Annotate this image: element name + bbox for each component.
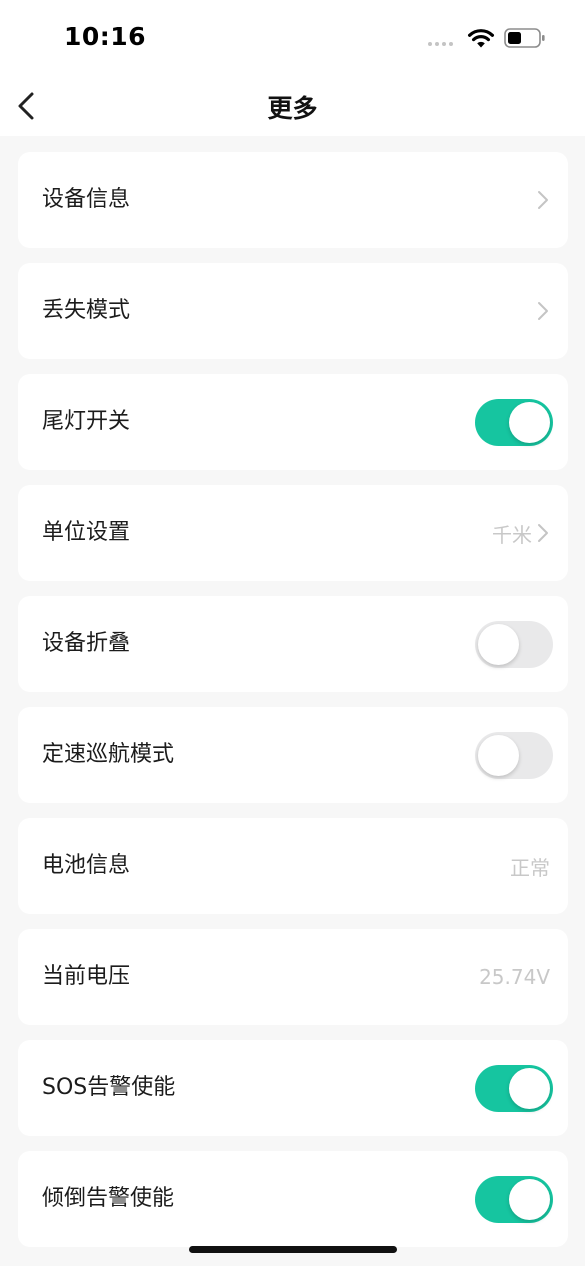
toggle-knob bbox=[478, 734, 519, 776]
wifi-icon bbox=[468, 29, 494, 48]
row-label: 当前电压 bbox=[42, 964, 131, 989]
battery-icon bbox=[504, 28, 545, 48]
device-fold-toggle[interactable] bbox=[475, 620, 553, 668]
voltage-value: 25.74V bbox=[479, 965, 550, 989]
cruise-mode-toggle[interactable] bbox=[475, 731, 553, 779]
row-label: 电池信息 bbox=[42, 853, 131, 878]
row-label: 定速巡航模式 bbox=[42, 742, 175, 767]
tail-light-toggle[interactable] bbox=[475, 398, 553, 446]
settings-list: 设备信息 丢失模式 尾灯开关 单位设置 千米 设备折叠 定速巡航模式 电池信息 … bbox=[18, 152, 568, 1262]
row-label: SOS告警使能 bbox=[42, 1075, 176, 1100]
battery-status-value: 正常 bbox=[510, 855, 550, 880]
row-label: 设备信息 bbox=[42, 187, 131, 212]
settings-row-voltage: 当前电压 25.74V bbox=[18, 929, 568, 1025]
sos-alarm-toggle[interactable] bbox=[475, 1064, 553, 1112]
chevron-right-icon bbox=[538, 191, 548, 209]
settings-row-unit[interactable]: 单位设置 千米 bbox=[18, 485, 568, 581]
chevron-right-icon bbox=[538, 302, 548, 320]
settings-row-battery-info: 电池信息 正常 bbox=[18, 818, 568, 914]
settings-row-device-info[interactable]: 设备信息 bbox=[18, 152, 568, 248]
unit-value: 千米 bbox=[492, 522, 532, 547]
navigation-bar: 更多 bbox=[0, 78, 585, 136]
settings-row-sos-alarm: SOS告警使能 bbox=[18, 1040, 568, 1136]
settings-row-cruise-mode: 定速巡航模式 bbox=[18, 707, 568, 803]
settings-row-tilt-alarm: 倾倒告警使能 bbox=[18, 1151, 568, 1247]
toggle-knob bbox=[509, 1178, 550, 1220]
toggle-knob bbox=[509, 1067, 550, 1109]
tilt-alarm-toggle[interactable] bbox=[475, 1175, 553, 1223]
settings-row-lost-mode[interactable]: 丢失模式 bbox=[18, 263, 568, 359]
settings-row-tail-light: 尾灯开关 bbox=[18, 374, 568, 470]
row-label: 倾倒告警使能 bbox=[42, 1186, 175, 1211]
status-bar: 10:16 bbox=[0, 0, 585, 78]
row-label: 设备折叠 bbox=[42, 631, 131, 656]
toggle-knob bbox=[478, 623, 519, 665]
chevron-right-icon bbox=[538, 524, 548, 542]
toggle-knob bbox=[509, 401, 550, 443]
home-indicator[interactable] bbox=[189, 1246, 397, 1253]
cellular-signal-icon bbox=[428, 42, 453, 46]
status-time: 10:16 bbox=[64, 22, 147, 51]
page-title: 更多 bbox=[267, 94, 318, 123]
row-label: 丢失模式 bbox=[42, 298, 131, 323]
settings-row-device-fold: 设备折叠 bbox=[18, 596, 568, 692]
row-label: 尾灯开关 bbox=[42, 409, 131, 434]
row-label: 单位设置 bbox=[42, 520, 131, 545]
